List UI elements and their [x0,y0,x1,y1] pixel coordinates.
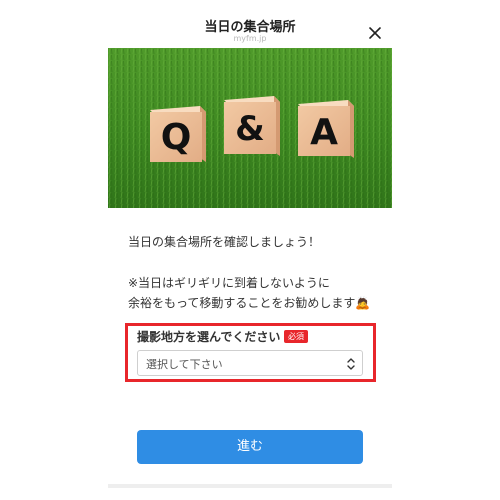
header-domain: myfm.jp [233,34,267,43]
bottom-divider [108,484,392,488]
intro-text: 当日の集合場所を確認しましょう！ [128,235,321,249]
close-button[interactable] [364,22,386,44]
close-icon [369,27,381,39]
block-a-letter: A [310,112,338,153]
notice-line-1: ※当日はギリギリに到着しないように [128,276,330,290]
block-ampersand-letter: & [235,109,265,149]
select-value: 選択して下さい [146,358,223,371]
region-select[interactable]: 選択して下さい [137,350,363,376]
block-ampersand: & [224,96,280,156]
field-label: 撮影地方を選んでください [137,330,281,344]
header-title: 当日の集合場所 [204,20,296,35]
next-button[interactable]: 進む [137,430,363,464]
block-q: Q [150,106,206,162]
notice-line-2: 余裕をもって移動することをお勧めします🙇 [128,296,371,310]
required-badge: 必須 [284,330,308,343]
chevron-updown-icon [347,358,355,370]
block-a: A [298,100,354,158]
block-q-letter: Q [161,117,192,158]
hero-image: Q & A [108,48,392,208]
